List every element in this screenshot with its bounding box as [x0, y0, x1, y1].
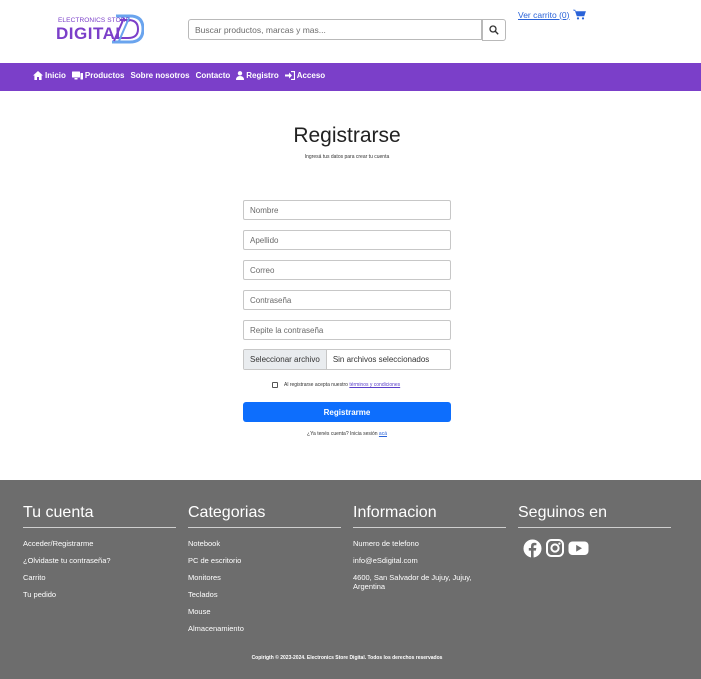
page-subtitle: Ingresá tus datos para crear tu cuenta: [304, 154, 390, 160]
terms-link[interactable]: términos y condiciones: [349, 382, 400, 388]
cart-icon[interactable]: [572, 9, 586, 20]
footer-title-social: Seguinos en: [518, 504, 671, 528]
password-repeat-field[interactable]: [243, 320, 451, 340]
nav-label-productos: Productos: [84, 71, 125, 80]
login-link[interactable]: acá: [379, 431, 387, 437]
nav-item-sobre-nosotros[interactable]: Sobre nosotros: [130, 71, 189, 80]
footer-link-acceder[interactable]: Acceder/Registrarme: [23, 539, 176, 548]
terms-row: Al registrarse acepta nuestro términos y…: [272, 382, 400, 388]
footer-link-carrito[interactable]: Carrito: [23, 573, 176, 582]
nav-item-productos[interactable]: Productos: [71, 71, 125, 80]
footer-link-mouse[interactable]: Mouse: [188, 607, 341, 616]
nav-label-registro: Registro: [246, 71, 279, 80]
nav-item-contacto[interactable]: Contacto: [196, 71, 231, 80]
footer-link-olvidaste[interactable]: ¿Olvidaste tu contraseña?: [23, 556, 176, 565]
footer-email[interactable]: info@eSdigital.com: [353, 556, 506, 565]
social-icons: [523, 539, 671, 558]
search-bar: [188, 19, 506, 41]
nav-item-registro[interactable]: Registro: [236, 71, 279, 80]
store-logo[interactable]: ELECTRONICS STORE DIGITAL: [56, 14, 146, 46]
login-prefix: ¿Ya tenés cuenta? Inicia sesión: [307, 431, 378, 437]
login-prompt: ¿Ya tenés cuenta? Inicia sesión acá: [0, 431, 694, 437]
main-nav: Inicio Productos Sobre nosotros Contacto…: [0, 63, 701, 91]
file-status-text: Sin archivos seleccionados: [332, 355, 430, 364]
login-icon: [284, 71, 295, 80]
nav-item-inicio[interactable]: Inicio: [33, 71, 66, 80]
footer-title-cuenta: Tu cuenta: [23, 504, 176, 528]
nav-label-sobre-nosotros: Sobre nosotros: [130, 71, 190, 80]
footer-link-monitores[interactable]: Monitores: [188, 573, 341, 582]
youtube-icon[interactable]: [568, 539, 589, 557]
nav-label-acceso: Acceso: [296, 71, 326, 80]
footer-link-pc-escritorio[interactable]: PC de escritorio: [188, 556, 341, 565]
footer-title-informacion: Informacion: [353, 504, 506, 528]
view-cart-link[interactable]: Ver carrito (0): [518, 10, 570, 20]
home-icon: [33, 71, 43, 80]
terms-text: Al registrarse acepta nuestro términos y…: [284, 382, 400, 388]
nav-label-inicio: Inicio: [45, 71, 66, 80]
site-header: ELECTRONICS STORE DIGITAL Ver carrito (0…: [0, 0, 701, 63]
file-upload-input[interactable]: Seleccionar archivo Sin archivos selecci…: [243, 349, 451, 370]
select-file-button[interactable]: Seleccionar archivo: [244, 350, 327, 369]
email-field[interactable]: [243, 260, 451, 280]
terms-checkbox[interactable]: [272, 382, 278, 388]
footer-link-almacenamiento[interactable]: Almacenamiento: [188, 624, 341, 633]
terms-prefix: Al registrarse acepta nuestro: [284, 382, 348, 388]
footer-link-pedido[interactable]: Tu pedido: [23, 590, 176, 599]
password-field[interactable]: [243, 290, 451, 310]
footer-col-categorias: Categorias Notebook PC de escritorio Mon…: [188, 504, 341, 641]
search-icon: [489, 25, 499, 35]
search-input[interactable]: [188, 19, 482, 40]
site-footer: Tu cuenta Acceder/Registrarme ¿Olvidaste…: [0, 480, 701, 679]
cart-area: Ver carrito (0): [518, 9, 586, 20]
nombre-field[interactable]: [243, 200, 451, 220]
nav-label-contacto: Contacto: [195, 71, 231, 80]
logo-d-mark-icon: [112, 14, 144, 44]
instagram-icon[interactable]: [546, 539, 564, 557]
footer-col-informacion: Informacion Numero de telefono info@eSdi…: [353, 504, 506, 599]
devices-icon: [71, 71, 83, 80]
footer-col-social: Seguinos en: [518, 504, 671, 558]
register-submit-button[interactable]: Registrarme: [243, 402, 451, 422]
copyright-text: Copirigth © 2023-2024. Electronics Store…: [251, 655, 443, 661]
footer-phone: Numero de telefono: [353, 539, 419, 548]
footer-col-cuenta: Tu cuenta Acceder/Registrarme ¿Olvidaste…: [23, 504, 176, 607]
user-icon: [236, 71, 245, 80]
apellido-field[interactable]: [243, 230, 451, 250]
footer-title-categorias: Categorias: [188, 504, 341, 528]
nav-item-acceso[interactable]: Acceso: [284, 71, 326, 80]
facebook-icon[interactable]: [523, 539, 542, 558]
footer-address: 4600, San Salvador de Jujuy, Jujuy, Arge…: [353, 573, 472, 591]
search-button[interactable]: [482, 19, 506, 41]
page-title: Registrarse: [293, 124, 401, 147]
footer-link-notebook[interactable]: Notebook: [188, 539, 341, 548]
footer-link-teclados[interactable]: Teclados: [188, 590, 341, 599]
